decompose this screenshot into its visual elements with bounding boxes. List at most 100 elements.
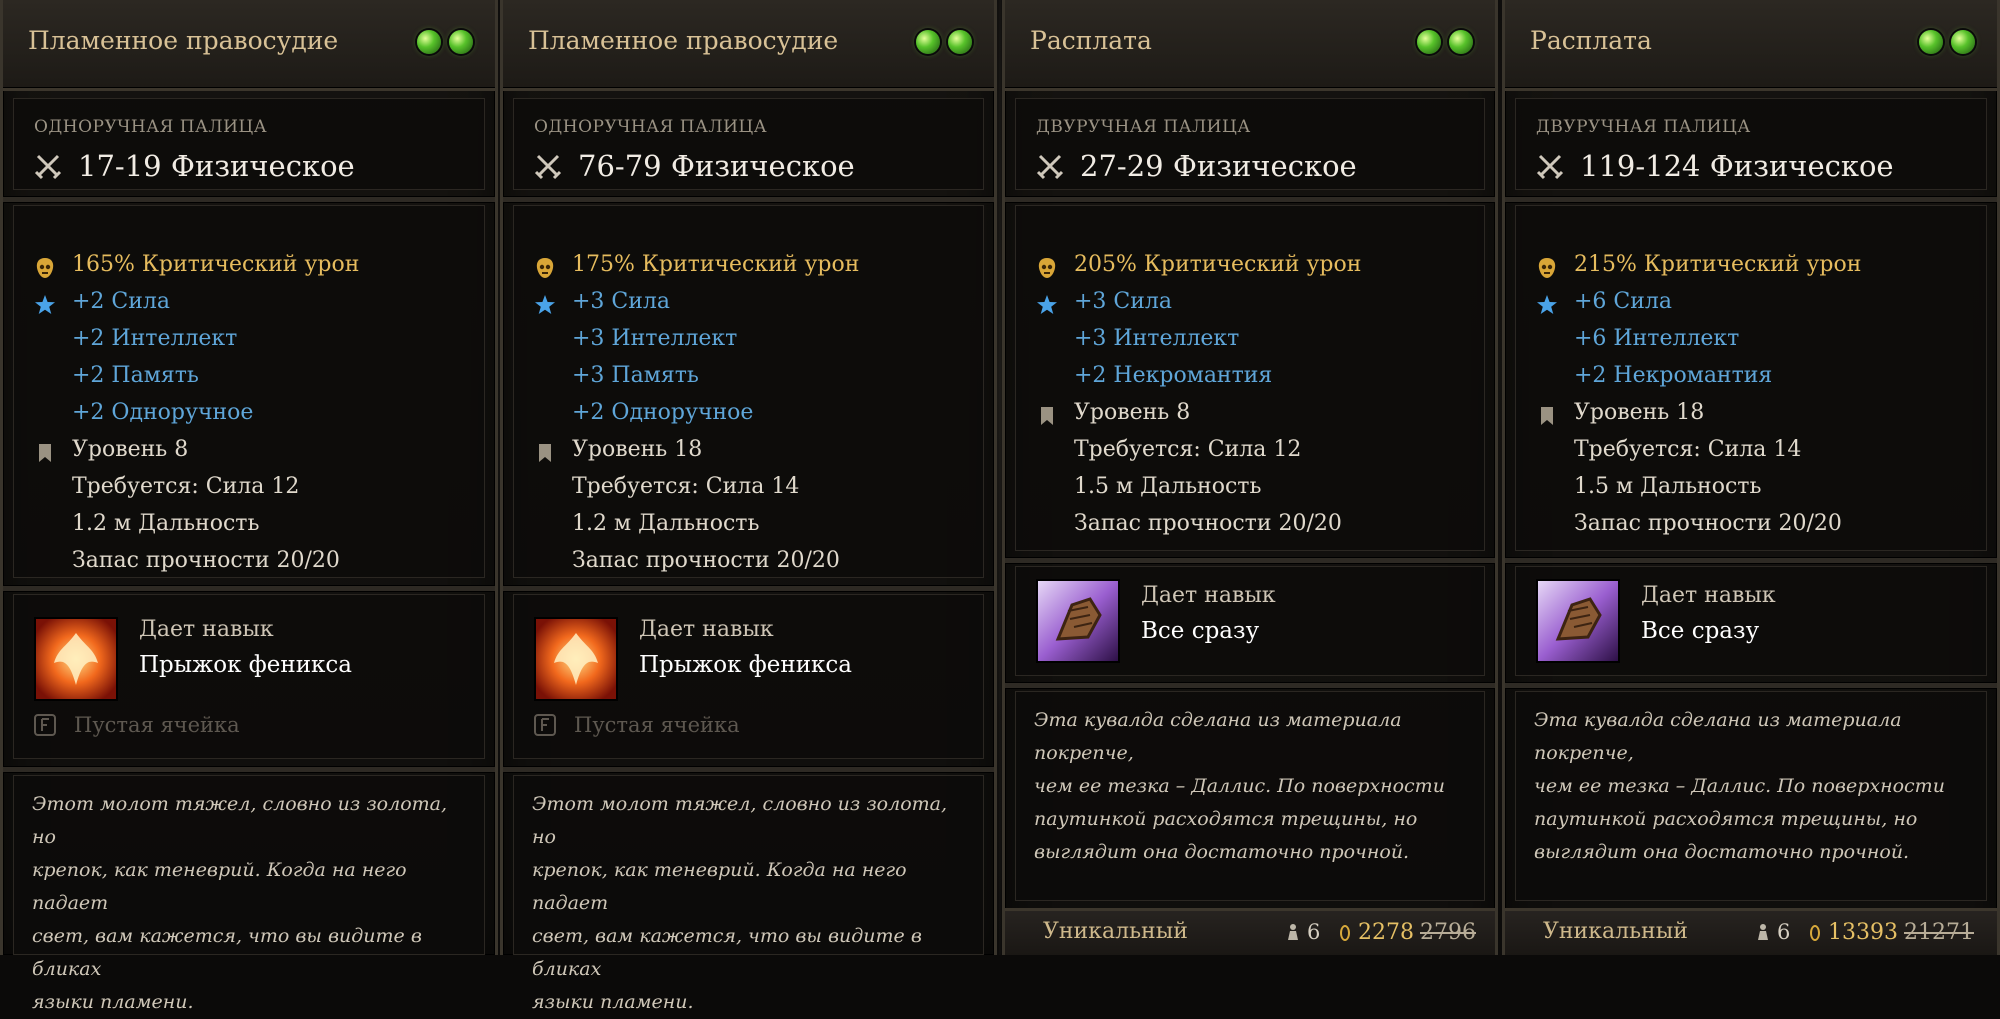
green-gem-icon — [417, 30, 441, 54]
stat-text: Запас прочности 20/20 — [1074, 511, 1342, 536]
damage-value: 76-79 Физическое — [578, 149, 855, 183]
flavor-section: Эта кувалда сделана из материала покрепч… — [1015, 691, 1485, 901]
green-gem-icon — [1449, 30, 1473, 54]
flavor-section: Этот молот тяжел, словно из золота, но к… — [13, 775, 485, 1013]
rarity-label: Уникальный — [1043, 919, 1188, 944]
crossed-swords-icon — [34, 154, 62, 180]
gold-coin-icon — [1340, 924, 1350, 941]
stat-text: 175% Критический урон — [572, 252, 860, 277]
divider — [3, 585, 495, 592]
rune-gems — [1417, 30, 1473, 54]
divider — [1505, 557, 1997, 564]
stat-text: Требуется: Сила 14 — [1574, 437, 1802, 462]
stat-text: +2 Память — [72, 363, 199, 388]
stat-text: 165% Критический урон — [72, 252, 360, 277]
level-bookmark-icon — [1536, 402, 1558, 425]
tooltip-header: Пламенное правосудие — [3, 0, 495, 91]
skill-name: Прыжок феникса — [139, 652, 353, 678]
weight-display: 6 — [1757, 920, 1790, 944]
stat-text: 1.2 м Дальность — [72, 511, 260, 536]
stat-text: Требуется: Сила 12 — [72, 474, 300, 499]
price-value: 13393 — [1828, 920, 1898, 945]
item-title: Расплата — [1030, 26, 1152, 55]
grants-skill-label: Дает навык — [1641, 583, 1776, 608]
grants-skill-label: Дает навык — [139, 617, 274, 642]
star-icon — [534, 291, 556, 314]
stat-text: Уровень 18 — [572, 437, 703, 462]
level-bookmark-icon — [1036, 402, 1058, 425]
green-gem-icon — [449, 30, 473, 54]
stat-text: Требуется: Сила 14 — [572, 474, 800, 499]
stats-section: 215% Критический урон +6 Сила +6 Интеллект… — [1515, 205, 1987, 551]
skill-name: Все сразу — [1641, 618, 1760, 644]
star-icon — [1536, 291, 1558, 314]
stat-text: +3 Интеллект — [1074, 326, 1240, 351]
stat-text: 1.5 м Дальность — [1074, 474, 1262, 499]
item-title: Расплата — [1530, 26, 1652, 55]
stat-text: 1.5 м Дальность — [1574, 474, 1762, 499]
damage-row: 27-29 Физическое — [1036, 149, 1357, 183]
skill-name: Прыжок феникса — [639, 652, 853, 678]
stat-text: +2 Одноручное — [572, 400, 754, 425]
skill-section: Дает навык Прыжок феникса Пустая ячейка — [513, 594, 984, 759]
damage-value: 17-19 Физическое — [78, 149, 355, 183]
divider — [3, 766, 495, 773]
price-display: 2278 2796 — [1340, 920, 1476, 945]
stat-text: +3 Сила — [572, 289, 671, 314]
empty-slot-label: Пустая ячейка — [574, 713, 740, 737]
stat-text: Требуется: Сила 12 — [1074, 437, 1302, 462]
item-tooltip: Расплата ДВУРУЧНАЯ ПАЛИЦА 27-29 Физическ… — [1002, 0, 1498, 955]
stat-text: +2 Сила — [72, 289, 171, 314]
stats-section: 165% Критический урон +2 Сила +2 Интеллект… — [13, 205, 485, 578]
weight-icon — [1758, 924, 1768, 940]
empty-rune-slot[interactable]: Пустая ячейка — [534, 713, 740, 737]
divider — [3, 196, 495, 203]
critical-damage-icon — [534, 254, 556, 278]
divider — [1005, 196, 1495, 203]
grants-skill-label: Дает навык — [1141, 583, 1276, 608]
empty-slot-rune-icon — [34, 714, 56, 736]
grants-skill-label: Дает навык — [639, 617, 774, 642]
rune-gems — [417, 30, 473, 54]
weapon-type: ОДНОРУЧНАЯ ПАЛИЦА — [34, 117, 268, 137]
item-title: Пламенное правосудие — [528, 26, 839, 55]
skill-name: Все сразу — [1141, 618, 1260, 644]
green-gem-icon — [948, 30, 972, 54]
stat-text: +3 Сила — [1074, 289, 1173, 314]
skill-section: Дает навык Все сразу — [1015, 566, 1485, 676]
stat-text: +2 Одноручное — [72, 400, 254, 425]
divider — [503, 585, 994, 592]
empty-rune-slot[interactable]: Пустая ячейка — [34, 713, 240, 737]
all-in-fist-icon[interactable] — [1536, 579, 1620, 663]
divider — [1505, 682, 1997, 689]
level-bookmark-icon — [34, 439, 56, 462]
divider — [1005, 682, 1495, 689]
crossed-swords-icon — [1536, 154, 1564, 180]
weapon-type: ОДНОРУЧНАЯ ПАЛИЦА — [534, 117, 768, 137]
damage-row: 119-124 Физическое — [1536, 149, 1894, 183]
stats-section: 175% Критический урон +3 Сила +3 Интеллект… — [513, 205, 984, 578]
divider — [1505, 196, 1997, 203]
damage-row: 76-79 Физическое — [534, 149, 855, 183]
stat-text: Уровень 8 — [72, 437, 189, 462]
flavor-text: Эта кувалда сделана из материала покрепч… — [1034, 709, 1445, 863]
stat-text: Запас прочности 20/20 — [572, 548, 840, 573]
old-price-value: 21271 — [1904, 920, 1974, 945]
stat-text: +6 Интеллект — [1574, 326, 1740, 351]
all-in-fist-icon[interactable] — [1036, 579, 1120, 663]
item-tooltip: Расплата ДВУРУЧНАЯ ПАЛИЦА 119-124 Физиче… — [1502, 0, 2000, 955]
weapon-summary: ОДНОРУЧНАЯ ПАЛИЦА 76-79 Физическое — [513, 98, 984, 190]
green-gem-icon — [1919, 30, 1943, 54]
flavor-text: Эта кувалда сделана из материала покрепч… — [1534, 709, 1945, 863]
green-gem-icon — [1417, 30, 1441, 54]
item-tooltip: Пламенное правосудие ОДНОРУЧНАЯ ПАЛИЦА 1… — [0, 0, 498, 1013]
empty-slot-label: Пустая ячейка — [74, 713, 240, 737]
damage-value: 119-124 Физическое — [1580, 149, 1894, 183]
crossed-swords-icon — [1036, 154, 1064, 180]
critical-damage-icon — [1536, 254, 1558, 278]
phoenix-dive-icon[interactable] — [34, 617, 118, 701]
stat-text: +2 Некромантия — [1574, 363, 1773, 388]
phoenix-dive-icon[interactable] — [534, 617, 618, 701]
weapon-type: ДВУРУЧНАЯ ПАЛИЦА — [1536, 117, 1751, 137]
green-gem-icon — [916, 30, 940, 54]
